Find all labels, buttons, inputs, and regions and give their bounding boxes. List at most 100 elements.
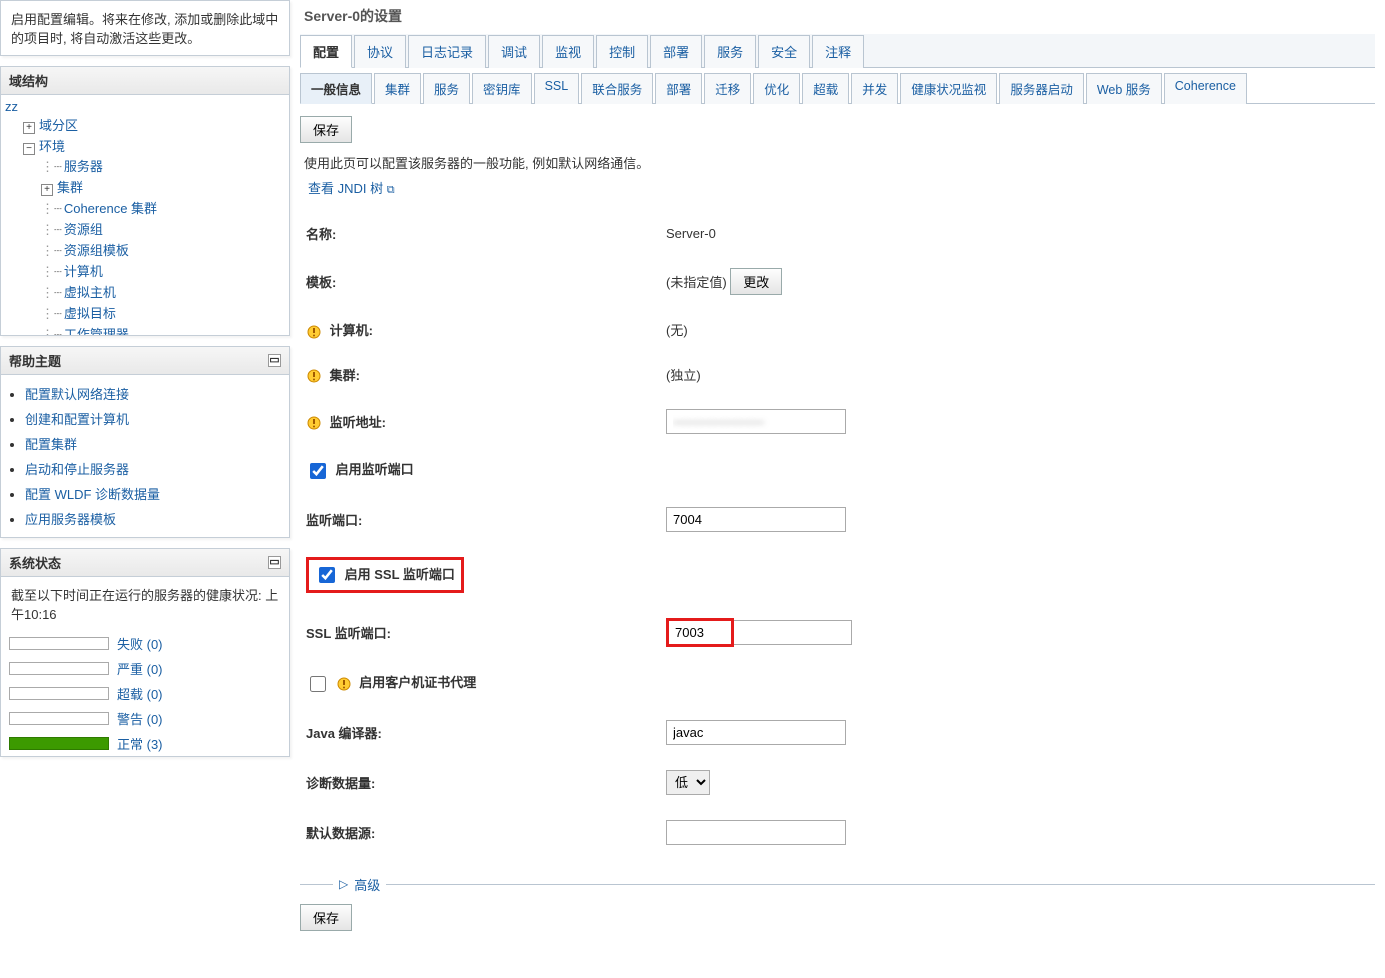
advanced-label[interactable]: 高级 bbox=[354, 875, 380, 894]
subtab-keystore[interactable]: 密钥库 bbox=[472, 73, 532, 104]
tree-node-resgroup[interactable]: 资源组 bbox=[64, 222, 103, 237]
tree-node-vtargets[interactable]: 虚拟目标 bbox=[64, 306, 116, 321]
change-center-panel: 启用配置编辑。将来在修改, 添加或删除此域中的项目时, 将自动激活这些更改。 bbox=[0, 0, 290, 56]
tab-config[interactable]: 配置 bbox=[300, 35, 352, 68]
help-link[interactable]: 配置 WLDF 诊断数据量 bbox=[25, 487, 160, 502]
tree-root-link[interactable]: zz bbox=[5, 99, 18, 114]
collapse-icon[interactable]: ▭ bbox=[268, 556, 281, 569]
status-bar-failed bbox=[9, 637, 109, 650]
subtab-webservices[interactable]: Web 服务 bbox=[1086, 73, 1162, 104]
tree-node-coherence[interactable]: Coherence 集群 bbox=[64, 201, 157, 216]
tab-control[interactable]: 控制 bbox=[596, 35, 648, 68]
advanced-toggle[interactable]: ▷ 高级 bbox=[300, 875, 1375, 894]
name-label: 名称: bbox=[300, 212, 660, 256]
restart-required-icon bbox=[306, 368, 322, 384]
subtab-coherence[interactable]: Coherence bbox=[1164, 73, 1247, 104]
system-status-desc: 截至以下时间正在运行的服务器的健康状况: 上午10:16 bbox=[1, 577, 289, 631]
template-change-button[interactable]: 更改 bbox=[730, 268, 782, 295]
save-button-top[interactable]: 保存 bbox=[300, 116, 352, 143]
status-link-critical[interactable]: 严重 (0) bbox=[117, 659, 163, 678]
cluster-label: 集群: bbox=[330, 368, 360, 383]
help-link[interactable]: 配置默认网络连接 bbox=[25, 387, 129, 402]
tree-toggle-icon[interactable]: + bbox=[23, 122, 35, 134]
tab-deploy[interactable]: 部署 bbox=[650, 35, 702, 68]
help-link[interactable]: 配置集群 bbox=[25, 437, 77, 452]
tab-debug[interactable]: 调试 bbox=[488, 35, 540, 68]
system-status-title: 系统状态 bbox=[9, 553, 61, 572]
subtab-startup[interactable]: 服务器启动 bbox=[999, 73, 1084, 104]
name-value: Server-0 bbox=[660, 212, 1375, 256]
help-link[interactable]: 启动和停止服务器 bbox=[25, 462, 129, 477]
tab-services[interactable]: 服务 bbox=[704, 35, 756, 68]
change-center-msg: 启用配置编辑。将来在修改, 添加或删除此域中的项目时, 将自动激活这些更改。 bbox=[1, 1, 289, 55]
subtab-services[interactable]: 服务 bbox=[423, 73, 470, 104]
subtab-federation[interactable]: 联合服务 bbox=[581, 73, 653, 104]
template-label: 模板: bbox=[300, 256, 660, 308]
status-link-ok[interactable]: 正常 (3) bbox=[117, 734, 163, 753]
client-cert-proxy-label: 启用客户机证书代理 bbox=[359, 675, 476, 690]
ssl-port-input[interactable] bbox=[675, 625, 725, 640]
tab-security[interactable]: 安全 bbox=[758, 35, 810, 68]
tree-node-machines[interactable]: 计算机 bbox=[64, 264, 103, 279]
subtab-deploy[interactable]: 部署 bbox=[655, 73, 702, 104]
machine-value: (无) bbox=[660, 308, 1375, 353]
listen-port-input[interactable] bbox=[666, 507, 846, 532]
server-config-form: 名称: Server-0 模板: (未指定值) 更改 计算机: (无) bbox=[300, 211, 1375, 857]
client-cert-proxy-checkbox[interactable] bbox=[310, 676, 326, 692]
enable-listen-port-checkbox[interactable] bbox=[310, 463, 326, 479]
tree-node-clusters[interactable]: 集群 bbox=[57, 180, 83, 195]
enable-ssl-port-label: 启用 SSL 监听端口 bbox=[345, 567, 455, 582]
listen-address-input[interactable] bbox=[666, 409, 846, 434]
listen-port-label: 监听端口: bbox=[300, 494, 660, 544]
tree-node-environment[interactable]: 环境 bbox=[39, 139, 65, 154]
subtab-cluster[interactable]: 集群 bbox=[374, 73, 421, 104]
save-button-bottom[interactable]: 保存 bbox=[300, 904, 352, 931]
default-datasource-input[interactable] bbox=[666, 820, 846, 845]
help-link[interactable]: 创建和配置计算机 bbox=[25, 412, 129, 427]
tree-toggle-icon[interactable]: + bbox=[41, 184, 53, 196]
subtab-general[interactable]: 一般信息 bbox=[300, 73, 372, 104]
jndi-tree-link[interactable]: 查看 JNDI 树 ⧉ bbox=[304, 181, 395, 196]
diag-volume-select[interactable]: 低 bbox=[666, 770, 710, 795]
enable-listen-port-label: 启用监听端口 bbox=[336, 462, 414, 477]
subtab-concurrency[interactable]: 并发 bbox=[851, 73, 898, 104]
status-bar-overload bbox=[9, 687, 109, 700]
default-datasource-label: 默认数据源: bbox=[300, 807, 660, 857]
domain-structure-title: 域结构 bbox=[9, 71, 48, 90]
subtab-ssl[interactable]: SSL bbox=[534, 73, 580, 104]
tree-node-servers[interactable]: 服务器 bbox=[64, 159, 103, 174]
domain-tree[interactable]: zz +域分区 −环境 ⋮┄服务器 +集群 ⋮┄Coherence 集群 ⋮┄资… bbox=[1, 95, 289, 335]
cluster-value: (独立) bbox=[660, 352, 1375, 397]
java-compiler-label: Java 编译器: bbox=[300, 707, 660, 757]
status-link-failed[interactable]: 失败 (0) bbox=[117, 634, 163, 653]
page-description: 使用此页可以配置该服务器的一般功能, 例如默认网络通信。 bbox=[300, 143, 1375, 178]
page-title: Server-0的设置 bbox=[300, 0, 1375, 34]
enable-ssl-port-checkbox[interactable] bbox=[319, 567, 335, 583]
ssl-port-label: SSL 监听端口: bbox=[300, 606, 660, 660]
tree-toggle-icon[interactable]: − bbox=[23, 143, 35, 155]
subtab-health[interactable]: 健康状况监视 bbox=[900, 73, 997, 104]
status-link-warning[interactable]: 警告 (0) bbox=[117, 709, 163, 728]
subtab-migration[interactable]: 迁移 bbox=[704, 73, 751, 104]
tab-monitor[interactable]: 监视 bbox=[542, 35, 594, 68]
tree-node-domain-partition[interactable]: 域分区 bbox=[39, 118, 78, 133]
ssl-port-input-trail[interactable] bbox=[734, 620, 852, 645]
java-compiler-input[interactable] bbox=[666, 720, 846, 745]
tab-protocol[interactable]: 协议 bbox=[354, 35, 406, 68]
secondary-tabs: 一般信息 集群 服务 密钥库 SSL 联合服务 部署 迁移 优化 超载 并发 健… bbox=[300, 72, 1375, 104]
tab-logging[interactable]: 日志记录 bbox=[408, 35, 486, 68]
tree-node-workmgr[interactable]: 工作管理器 bbox=[64, 327, 129, 335]
help-link[interactable]: 应用服务器模板 bbox=[25, 512, 116, 527]
subtab-tuning[interactable]: 优化 bbox=[753, 73, 800, 104]
help-title: 帮助主题 bbox=[9, 351, 61, 370]
tree-node-vhosts[interactable]: 虚拟主机 bbox=[64, 285, 116, 300]
status-link-overload[interactable]: 超载 (0) bbox=[117, 684, 163, 703]
tree-node-resgrouptpl[interactable]: 资源组模板 bbox=[64, 243, 129, 258]
ssl-port-highlight: 启用 SSL 监听端口 bbox=[306, 557, 464, 594]
template-value: (未指定值) bbox=[666, 275, 727, 290]
subtab-overload[interactable]: 超载 bbox=[802, 73, 849, 104]
tab-notes[interactable]: 注释 bbox=[812, 35, 864, 68]
diag-volume-label: 诊断数据量: bbox=[300, 757, 660, 807]
status-bar-ok bbox=[9, 737, 109, 750]
collapse-icon[interactable]: ▭ bbox=[268, 354, 281, 367]
